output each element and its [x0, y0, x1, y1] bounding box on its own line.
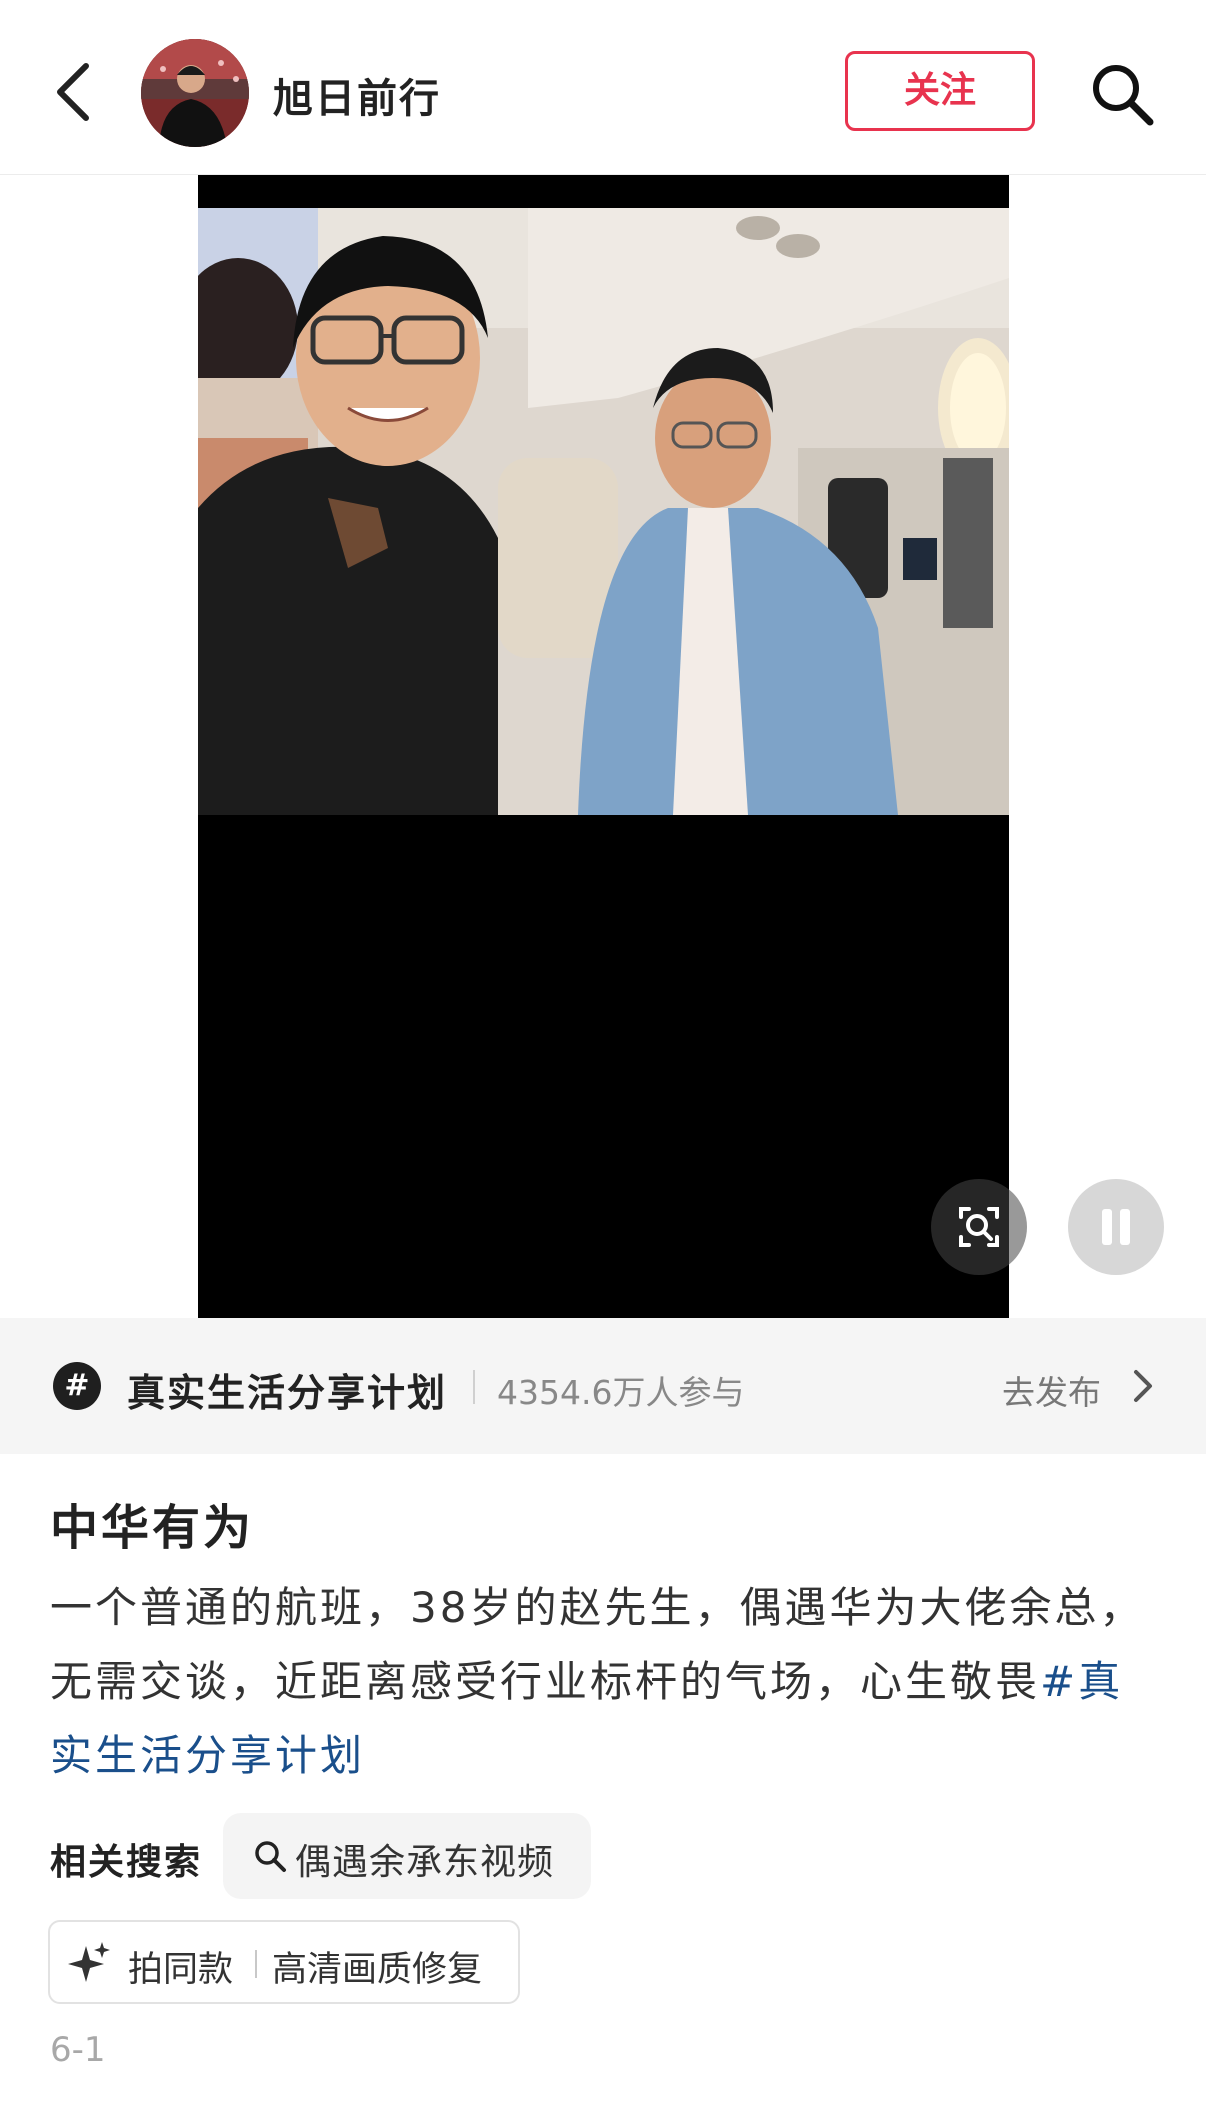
- search-button[interactable]: [1086, 58, 1158, 130]
- pause-button[interactable]: [1068, 1179, 1164, 1275]
- topic-bar[interactable]: # 真实生活分享计划 4354.6万人参与 去发布: [0, 1318, 1206, 1454]
- post-title: 中华有为: [50, 1500, 255, 1556]
- related-search-label: 相关搜索: [50, 1842, 203, 1883]
- pause-icon: [1102, 1209, 1130, 1245]
- related-search-query: 偶遇余承东视频: [295, 1842, 555, 1883]
- effect-action-label: 拍同款: [128, 1950, 234, 1990]
- chevron-right-icon: [1134, 1370, 1152, 1402]
- related-search-chip[interactable]: 偶遇余承东视频: [223, 1813, 591, 1899]
- topic-divider: [473, 1370, 475, 1404]
- hashtag-icon: #: [53, 1362, 101, 1410]
- topic-title[interactable]: 真实生活分享计划: [127, 1362, 447, 1417]
- lens-search-icon: [959, 1207, 999, 1247]
- publish-link[interactable]: 去发布: [1002, 1366, 1101, 1414]
- post-body: 一个普通的航班，38岁的赵先生，偶遇华为大佬余总，无需交谈，近距离感受行业标杆的…: [50, 1571, 1160, 1793]
- avatar[interactable]: [141, 39, 249, 147]
- sparkle-icon: [68, 1942, 110, 1982]
- effect-separator: [255, 1950, 257, 1978]
- post-body-text: 一个普通的航班，38岁的赵先生，偶遇华为大佬余总，无需交谈，近距离感受行业标杆的…: [50, 1583, 1145, 1706]
- avatar-image: [141, 39, 249, 147]
- search-icon: [1093, 65, 1154, 126]
- effect-name: 高清画质修复: [272, 1950, 483, 1990]
- back-arrow-icon: [57, 63, 89, 121]
- post-photo: [198, 208, 1009, 815]
- post-date: 6-1: [50, 2030, 106, 2070]
- lens-search-button[interactable]: [931, 1179, 1027, 1275]
- search-icon: [255, 1841, 286, 1872]
- top-bar: 旭日前行 关注: [0, 0, 1206, 175]
- effect-chip[interactable]: 拍同款 高清画质修复: [48, 1920, 520, 2004]
- media-viewer[interactable]: [198, 175, 1009, 1318]
- username[interactable]: 旭日前行: [273, 66, 441, 124]
- topic-participants: 4354.6万人参与: [497, 1373, 745, 1412]
- follow-button[interactable]: 关注: [845, 51, 1035, 131]
- back-button[interactable]: [48, 56, 104, 128]
- publish-chevron[interactable]: [1128, 1368, 1158, 1404]
